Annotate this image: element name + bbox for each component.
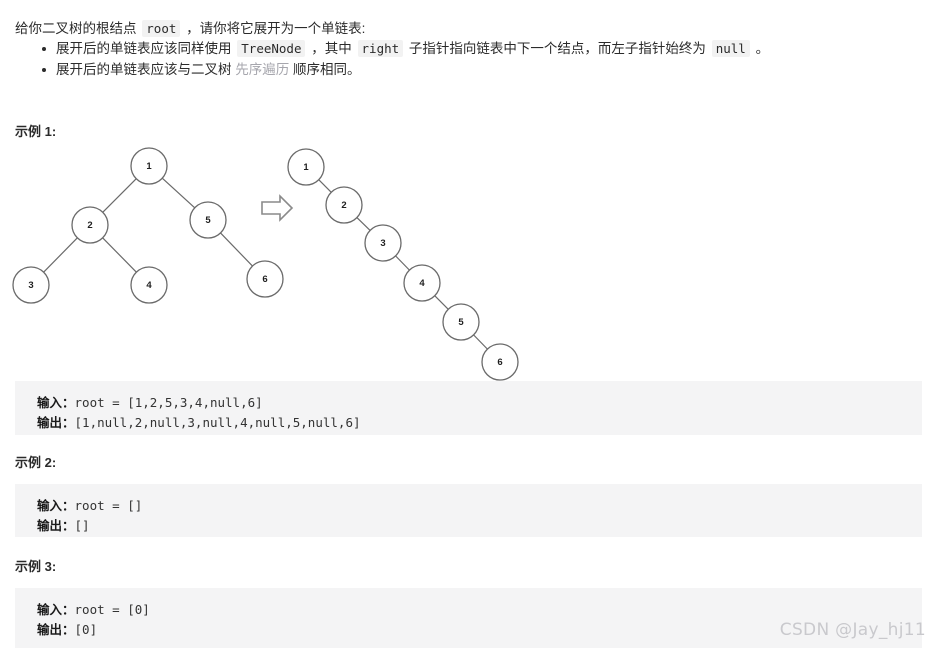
tree-node: 2 bbox=[71, 206, 109, 244]
list-edge bbox=[473, 334, 488, 350]
list-node-label: 2 bbox=[341, 200, 346, 211]
tree-node: 1 bbox=[130, 147, 168, 185]
bullet1-seg2: ，其中 bbox=[311, 41, 352, 56]
input-value: root = [0] bbox=[74, 602, 150, 617]
input-label: 输入： bbox=[37, 396, 75, 410]
diagram-nodes: 1 2 5 3 4 6 1 2 3 4 5 6 bbox=[12, 147, 519, 381]
tree-to-linkedlist-diagram: 1 2 5 3 4 6 1 2 3 4 5 6 bbox=[12, 147, 519, 381]
example-1-codeblock: 输入：root = [1,2,5,3,4,null,6] 输出：[1,null,… bbox=[15, 381, 922, 435]
example-1-input-line: 输入：root = [1,2,5,3,4,null,6] bbox=[37, 393, 922, 413]
input-label: 输入： bbox=[37, 603, 75, 617]
right-arrow-icon bbox=[261, 194, 294, 222]
inline-code-treenode: TreeNode bbox=[237, 40, 306, 57]
list-node: 4 bbox=[403, 264, 441, 302]
inline-code-null: null bbox=[711, 40, 750, 57]
problem-page: 给你二叉树的根结点 root ，请你将它展开为一个单链表: 展开后的单链表应该同… bbox=[0, 0, 938, 658]
list-node: 1 bbox=[287, 148, 325, 186]
output-value: [1,null,2,null,3,null,4,null,5,null,6] bbox=[74, 415, 361, 430]
list-node: 3 bbox=[364, 224, 402, 262]
example-2-output-line: 输出：[] bbox=[37, 516, 922, 536]
list-node-label: 5 bbox=[458, 317, 464, 328]
list-node-label: 3 bbox=[380, 238, 385, 249]
list-node: 5 bbox=[442, 303, 480, 341]
example-2-input-line: 输入：root = [] bbox=[37, 496, 922, 516]
example-2-title: 示例 2: bbox=[15, 455, 57, 470]
tree-node-label: 3 bbox=[28, 280, 33, 291]
tree-node-label: 5 bbox=[205, 215, 211, 226]
list-item: 展开后的单链表应该同样使用 TreeNode ，其中 right 子指针指向链表… bbox=[42, 38, 922, 59]
tree-edge bbox=[220, 232, 253, 267]
requirements-list: 展开后的单链表应该同样使用 TreeNode ，其中 right 子指针指向链表… bbox=[42, 38, 922, 80]
preorder-traversal-link[interactable]: 先序遍历 bbox=[235, 62, 289, 77]
tree-edge bbox=[102, 178, 137, 213]
inline-code-right: right bbox=[357, 40, 404, 57]
list-node: 2 bbox=[325, 186, 363, 224]
list-edge bbox=[395, 255, 410, 271]
list-edge bbox=[356, 217, 371, 231]
tree-edge bbox=[102, 237, 137, 273]
tree-node: 3 bbox=[12, 266, 50, 304]
tree-edge bbox=[43, 237, 78, 273]
bullet2-seg2: 顺序相同。 bbox=[293, 62, 361, 77]
example-3-title: 示例 3: bbox=[15, 559, 57, 574]
output-label: 输出： bbox=[37, 416, 75, 430]
tree-edge bbox=[161, 177, 196, 209]
problem-description: 给你二叉树的根结点 root ，请你将它展开为一个单链表: bbox=[15, 19, 915, 39]
output-label: 输出： bbox=[37, 623, 75, 637]
list-edge bbox=[318, 179, 332, 193]
list-item: 展开后的单链表应该与二叉树 先序遍历 顺序相同。 bbox=[42, 59, 922, 80]
input-value: root = [1,2,5,3,4,null,6] bbox=[74, 395, 263, 410]
bullet1-seg3: 子指针指向链表中下一个结点，而左子指针始终为 bbox=[408, 41, 706, 56]
list-node-label: 1 bbox=[303, 162, 309, 173]
output-label: 输出： bbox=[37, 519, 75, 533]
intro-text-part1: 给你二叉树的根结点 bbox=[15, 20, 137, 36]
output-value: [0] bbox=[74, 622, 98, 637]
list-edge bbox=[434, 295, 449, 310]
list-node-label: 6 bbox=[497, 357, 502, 368]
tree-node: 5 bbox=[189, 201, 227, 239]
intro-text-part2: ，请你将它展开为一个单链表: bbox=[186, 20, 366, 36]
bullet1-seg1: 展开后的单链表应该同样使用 bbox=[56, 41, 232, 56]
tree-node: 6 bbox=[246, 260, 284, 298]
bullet1-seg4: 。 bbox=[755, 41, 770, 56]
csdn-watermark: CSDN @Jay_hj11 bbox=[779, 620, 926, 640]
output-value: [] bbox=[74, 518, 90, 533]
example-1-output-line: 输出：[1,null,2,null,3,null,4,null,5,null,6… bbox=[37, 413, 922, 433]
list-node: 6 bbox=[481, 343, 519, 381]
tree-node-label: 6 bbox=[262, 274, 267, 285]
tree-node-label: 1 bbox=[146, 161, 152, 172]
tree-node-label: 4 bbox=[146, 280, 152, 291]
example-3-input-line: 输入：root = [0] bbox=[37, 600, 922, 620]
example-2-codeblock: 输入：root = [] 输出：[] bbox=[15, 484, 922, 537]
tree-node-label: 2 bbox=[87, 220, 92, 231]
bullet2-seg1: 展开后的单链表应该与二叉树 bbox=[56, 62, 232, 77]
tree-node: 4 bbox=[130, 266, 168, 304]
list-node-label: 4 bbox=[419, 278, 425, 289]
inline-code-root: root bbox=[142, 19, 181, 37]
input-value: root = [] bbox=[74, 498, 143, 513]
input-label: 输入： bbox=[37, 499, 75, 513]
